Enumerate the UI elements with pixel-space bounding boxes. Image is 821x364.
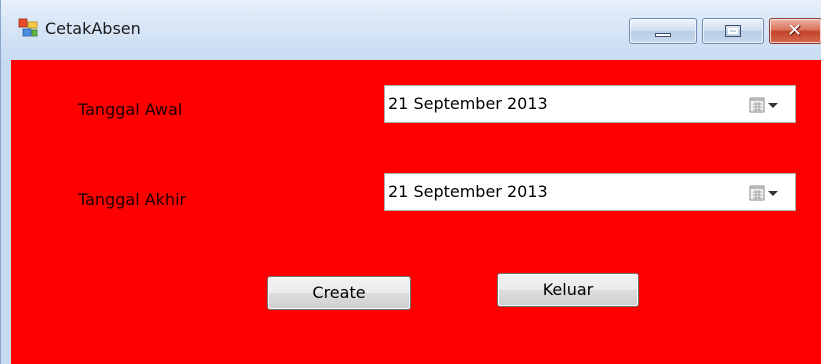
exit-button[interactable]: Keluar — [497, 273, 639, 307]
app-icon — [18, 18, 38, 37]
close-button[interactable]: ✕ — [769, 18, 821, 44]
end-date-value[interactable]: 21 September 2013 — [388, 182, 548, 201]
start-date-value[interactable]: 21 September 2013 — [388, 94, 548, 113]
create-button[interactable]: Create — [267, 276, 411, 310]
start-date-label: Tanggal Awal — [78, 100, 183, 119]
calendar-dropdown-icon[interactable] — [749, 97, 781, 113]
title-bar[interactable]: CetakAbsen ✕ — [1, 0, 821, 60]
form-client-area: Tanggal Awal 21 September 2013 Tanggal A… — [11, 60, 821, 364]
end-date-label: Tanggal Akhir — [78, 190, 187, 209]
minimize-icon — [655, 33, 671, 37]
app-window: CetakAbsen ✕ Tanggal Awal 21 September 2… — [0, 0, 821, 364]
minimize-button[interactable] — [629, 18, 697, 44]
maximize-icon — [725, 25, 741, 37]
calendar-dropdown-icon[interactable] — [749, 185, 781, 201]
maximize-button[interactable] — [702, 18, 764, 44]
end-date-picker[interactable]: 21 September 2013 — [384, 173, 796, 211]
close-icon: ✕ — [787, 20, 803, 41]
start-date-picker[interactable]: 21 September 2013 — [384, 85, 796, 123]
window-title: CetakAbsen — [45, 19, 141, 38]
